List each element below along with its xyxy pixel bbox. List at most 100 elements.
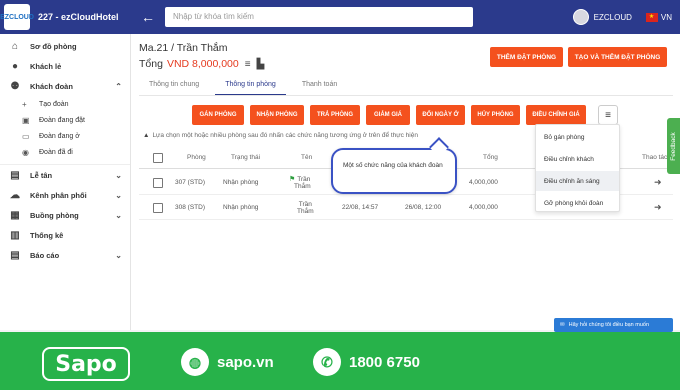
sidebar-item-housekeeping[interactable]: ▦ Buồng phòng ⌄ [0,205,130,225]
cloud-icon: ☁ [10,189,20,201]
column-status: Trạng thái [231,154,261,161]
list-icon[interactable]: ≡ [245,59,251,70]
sidebar-item-label: Thống kê [30,230,64,240]
arrow-right-icon[interactable]: ➜ [654,171,662,194]
sidebar-item-label: Khách lẻ [30,61,62,71]
total-label: Tổng [139,58,163,70]
more-actions-dropdown: Bỏ gán phòng Điều chỉnh khách Điều chỉnh… [535,124,620,212]
sidebar-subitem-label: Tạo đoàn [39,100,69,108]
sidebar-subitem-create-group[interactable]: + Tạo đoàn [0,96,130,112]
menu-item-adjust-breakfast[interactable]: Điều chỉnh ăn sáng [536,171,619,191]
column-actions: Thao tác [642,154,668,161]
username[interactable]: EZCLOUD [594,13,632,22]
tab-room-info[interactable]: Thông tin phòng [215,76,286,96]
search-input[interactable]: Nhập từ khóa tìm kiếm [165,7,473,27]
calendar-icon: ▤ [10,249,20,261]
checkout-cell: 26/08, 12:00 [405,204,442,211]
sidebar-item-room-map[interactable]: ⌂ Sơ đồ phòng [0,36,130,56]
total-summary: Tổng VND 8,000,000 ≡ ▙ [139,58,264,70]
arrow-right-icon[interactable]: ➜ [654,196,662,219]
create-and-add-booking-button[interactable]: TẠO VÀ THÊM ĐẶT PHÒNG [568,47,667,67]
name-cell: Trần Thắm [297,196,314,219]
tab-general-info[interactable]: Thông tin chung [139,76,209,96]
building-icon: ▦ [10,209,20,221]
sapo-logo: Sapo [42,347,130,381]
sidebar-subitem-label: Đoàn đang đặt [39,116,85,124]
status-cell: Nhận phòng [223,204,259,211]
cancel-room-button[interactable]: HỦY PHÒNG [471,105,520,125]
sidebar-item-label: Kênh phân phối [30,190,87,200]
hint-label: Lựa chọn một hoặc nhiều phòng sau đó nhấ… [152,132,418,139]
menu-item-adjust-guest[interactable]: Điều chỉnh khách [536,149,619,169]
status-cell: Nhận phòng [223,179,259,186]
hamburger-icon: ≡ [605,109,611,121]
hotel-logo[interactable]: EZCLOUD [0,4,34,30]
sidebar-item-reports[interactable]: ▤ Báo cáo ⌄ [0,245,130,265]
assign-room-button[interactable]: GÁN PHÒNG [192,105,244,125]
sidebar-item-statistics[interactable]: ▥ Thống kê [0,225,130,245]
tabs: Thông tin chung Thông tin phòng Thanh to… [139,76,353,96]
checkin-cell: 22/08, 14:57 [342,204,379,211]
footer-banner: Sapo ◍ sapo.vn ✆ 1800 6750 [0,332,680,390]
home-icon: ⌂ [11,40,19,52]
adjust-price-button[interactable]: ĐIỀU CHỈNH GIÁ [526,105,586,125]
briefcase-icon: ▤ [10,169,20,181]
feedback-tab[interactable]: Feedback [667,118,680,174]
select-all-checkbox[interactable] [153,152,163,163]
add-booking-button[interactable]: THÊM ĐẶT PHÒNG [490,47,563,67]
sidebar-item-guest[interactable]: ● Khách lẻ [0,56,130,76]
sidebar-item-label: Khách đoàn [30,81,73,91]
sidebar-item-reception[interactable]: ▤ Lễ tân ⌄ [0,165,130,185]
chevron-up-icon: ⌃ [115,81,122,91]
menu-item-unassign-room[interactable]: Bỏ gán phòng [536,127,619,147]
total-amount: VND 8,000,000 [166,58,239,70]
more-menu-button[interactable]: ≡ [598,105,618,125]
sidebar-item-label: Lễ tân [30,170,53,180]
sidebar-subitem-booking-group[interactable]: ▣ Đoàn đang đặt [0,112,130,128]
name-second: Thắm [297,207,314,215]
chevron-down-icon: ⌄ [115,250,122,260]
warning-icon: ▲ [143,132,150,139]
sidebar: ⌂ Sơ đồ phòng ● Khách lẻ ⚉ Khách đoàn ⌃ … [0,34,131,330]
sidebar-subitem-departed-group[interactable]: ◉ Đoàn đã đi [0,144,130,160]
user-icon: ● [11,60,19,72]
website-text: sapo.vn [217,353,274,371]
column-total: Tổng [483,154,498,161]
language-label[interactable]: VN [661,13,672,22]
room-cell: 308 (STD) [175,204,205,211]
avatar[interactable] [572,9,589,25]
row-checkbox[interactable] [153,202,163,213]
name-cell: ⚑ Trần Thắm [289,171,311,194]
users-icon: ⚉ [10,80,20,92]
sidebar-subitem-staying-group[interactable]: ▭ Đoàn đang ở [0,128,130,144]
sidebar-subitem-label: Đoàn đã đi [39,148,73,156]
sidebar-subitem-label: Đoàn đang ở [39,132,80,140]
column-name: Tên [301,154,313,161]
phone-text: 1800 6750 [349,353,420,371]
check-out-button[interactable]: TRẢ PHÒNG [310,105,360,125]
arrow-left-icon[interactable]: ← [141,9,159,25]
check-in-button[interactable]: NHẬN PHÒNG [250,105,304,125]
bed-icon: ▭ [22,131,30,141]
map-pin-icon: ◉ [22,147,29,157]
row-checkbox[interactable] [153,177,163,188]
discount-button[interactable]: GIẢM GIÁ [366,105,410,125]
chevron-down-icon: ⌄ [115,210,122,220]
sidebar-item-channel[interactable]: ☁ Kênh phân phối ⌄ [0,185,130,205]
print-icon[interactable]: ▙ [257,59,265,70]
callout-text: Một số chức năng của khách đoàn [343,162,443,169]
chat-button[interactable]: ✉ Hãy hỏi chúng tôi điều bạn muốn [554,318,673,332]
flag-icon: ⚑ [289,176,296,183]
room-cell: 307 (STD) [175,179,205,186]
globe-icon: ◍ [181,348,209,376]
phone-link[interactable]: ✆ 1800 6750 [313,348,420,376]
tab-payment[interactable]: Thanh toán [292,76,347,96]
vietnam-flag-icon[interactable] [645,12,658,22]
sidebar-item-group-guest[interactable]: ⚉ Khách đoàn ⌃ [0,76,130,96]
website-link[interactable]: ◍ sapo.vn [181,348,274,376]
menu-item-remove-from-group[interactable]: Gỡ phòng khỏi đoàn [536,193,619,213]
change-date-button[interactable]: ĐỔI NGÀY Ở [416,105,465,125]
divider [139,95,673,96]
action-bar: GÁN PHÒNG NHẬN PHÒNG TRẢ PHÒNG GIẢM GIÁ … [192,105,592,125]
feedback-label: Feedback [670,131,678,161]
